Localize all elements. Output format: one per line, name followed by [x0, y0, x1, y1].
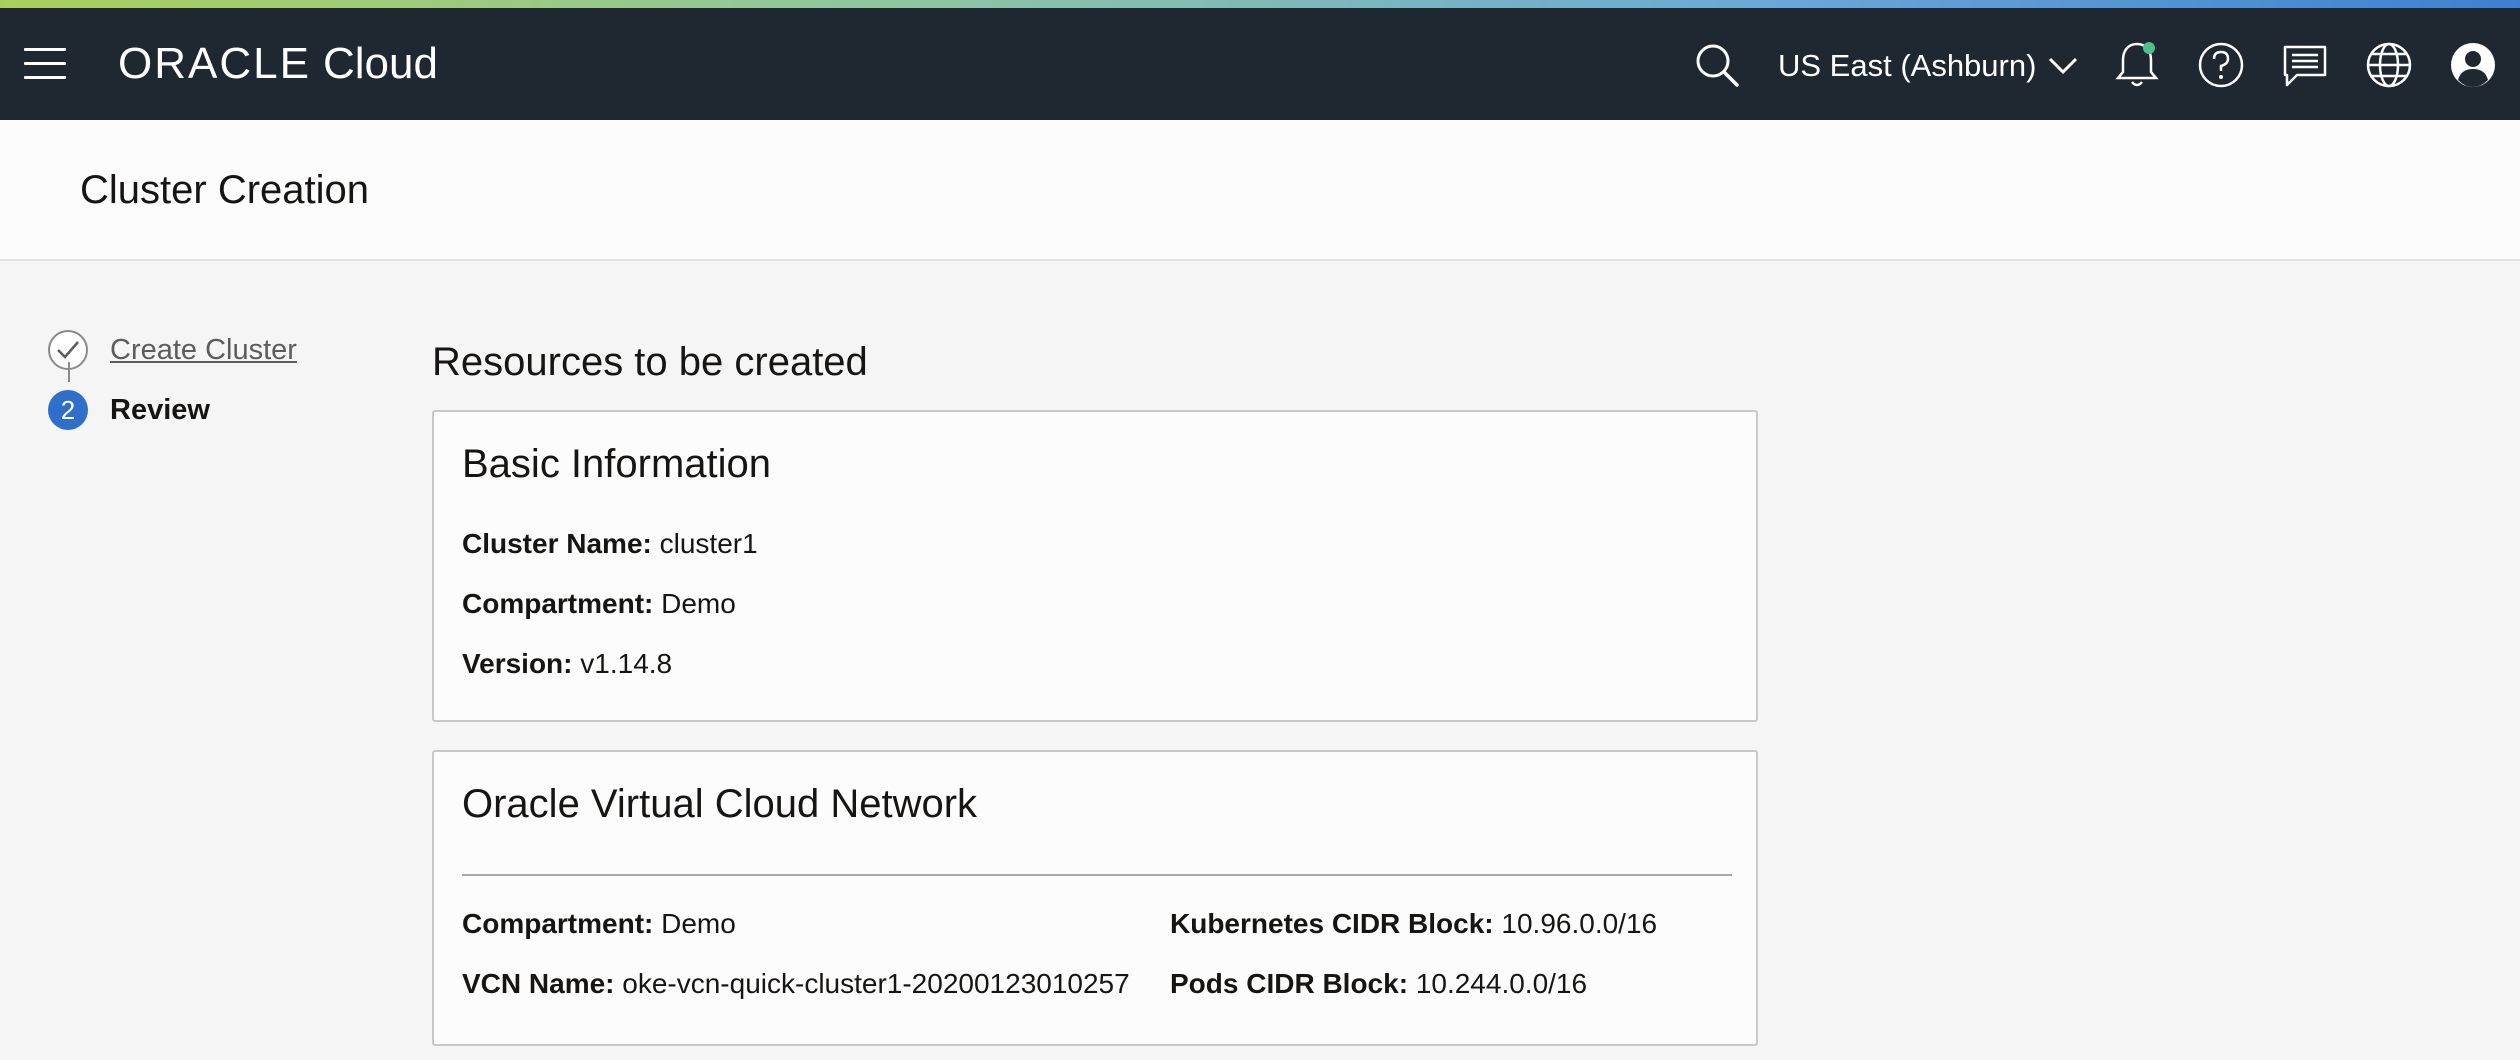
pods-cidr-value: 10.244.0.0/16 — [1415, 968, 1588, 999]
region-label: US East (Ashburn) — [1778, 48, 2037, 83]
help-icon[interactable] — [2194, 38, 2248, 92]
vcn-name-value: oke-vcn-quick-cluster1-20200123010257 — [622, 968, 1130, 999]
cluster-name-row: Cluster Name: cluster1 — [462, 528, 758, 560]
pods-cidr-label: Pods CIDR Block: — [1170, 968, 1416, 999]
step-review: 2 Review — [48, 380, 368, 440]
menu-icon[interactable] — [24, 48, 66, 80]
step-create-cluster[interactable]: Create Cluster — [48, 320, 368, 380]
vcn-card: Oracle Virtual Cloud Network Compartment… — [432, 750, 1758, 1046]
compartment-value: Demo — [661, 588, 736, 619]
section-title: Resources to be created — [432, 340, 868, 384]
vcn-compartment-label: Compartment: — [462, 908, 662, 939]
step-review-label: Review — [110, 393, 210, 426]
globe-icon[interactable] — [2362, 38, 2416, 92]
version-value: v1.14.8 — [580, 648, 673, 679]
version-label: Version: — [462, 648, 581, 679]
page-header: Cluster Creation — [0, 120, 2520, 261]
kubernetes-cidr-label: Kubernetes CIDR Block: — [1170, 908, 1502, 939]
chat-icon[interactable] — [2278, 38, 2332, 92]
vcn-compartment-value: Demo — [661, 908, 736, 939]
top-accent-bar — [0, 0, 2520, 8]
cluster-name-label: Cluster Name: — [462, 528, 660, 559]
wizard-steps: Create Cluster 2 Review — [48, 320, 368, 440]
vcn-name-row: VCN Name: oke-vcn-quick-cluster1-2020012… — [462, 968, 1130, 1000]
step-create-cluster-label[interactable]: Create Cluster — [110, 334, 297, 367]
version-row: Version: v1.14.8 — [462, 648, 672, 680]
brand-oracle-text: ORACLE — [118, 39, 311, 88]
kubernetes-cidr-value: 10.96.0.0/16 — [1501, 908, 1658, 939]
oracle-cloud-logo[interactable]: ORACLE Cloud — [118, 38, 438, 90]
pods-cidr-row: Pods CIDR Block: 10.244.0.0/16 — [1170, 968, 1587, 1000]
region-selector[interactable]: US East (Ashburn) — [1778, 46, 2078, 86]
step-connector — [68, 362, 70, 382]
bell-icon[interactable] — [2110, 38, 2164, 92]
page-title: Cluster Creation — [80, 168, 370, 212]
kubernetes-cidr-row: Kubernetes CIDR Block: 10.96.0.0/16 — [1170, 908, 1657, 940]
vcn-title: Oracle Virtual Cloud Network — [462, 782, 978, 826]
basic-information-title: Basic Information — [462, 442, 772, 486]
compartment-row: Compartment: Demo — [462, 588, 736, 620]
search-icon[interactable] — [1690, 38, 1744, 92]
brand-cloud-text: Cloud — [322, 39, 438, 88]
step-number-badge: 2 — [48, 390, 88, 430]
chevron-down-icon — [2049, 57, 2078, 75]
vcn-compartment-row: Compartment: Demo — [462, 908, 736, 940]
cluster-name-value: cluster1 — [659, 528, 758, 559]
user-icon[interactable] — [2446, 38, 2500, 92]
vcn-name-label: VCN Name: — [462, 968, 623, 999]
basic-information-card: Basic Information Cluster Name: cluster1… — [432, 410, 1758, 722]
compartment-label: Compartment: — [462, 588, 662, 619]
top-navigation-bar: ORACLE Cloud US East (Ashburn) — [0, 8, 2520, 120]
vcn-divider — [462, 874, 1732, 876]
